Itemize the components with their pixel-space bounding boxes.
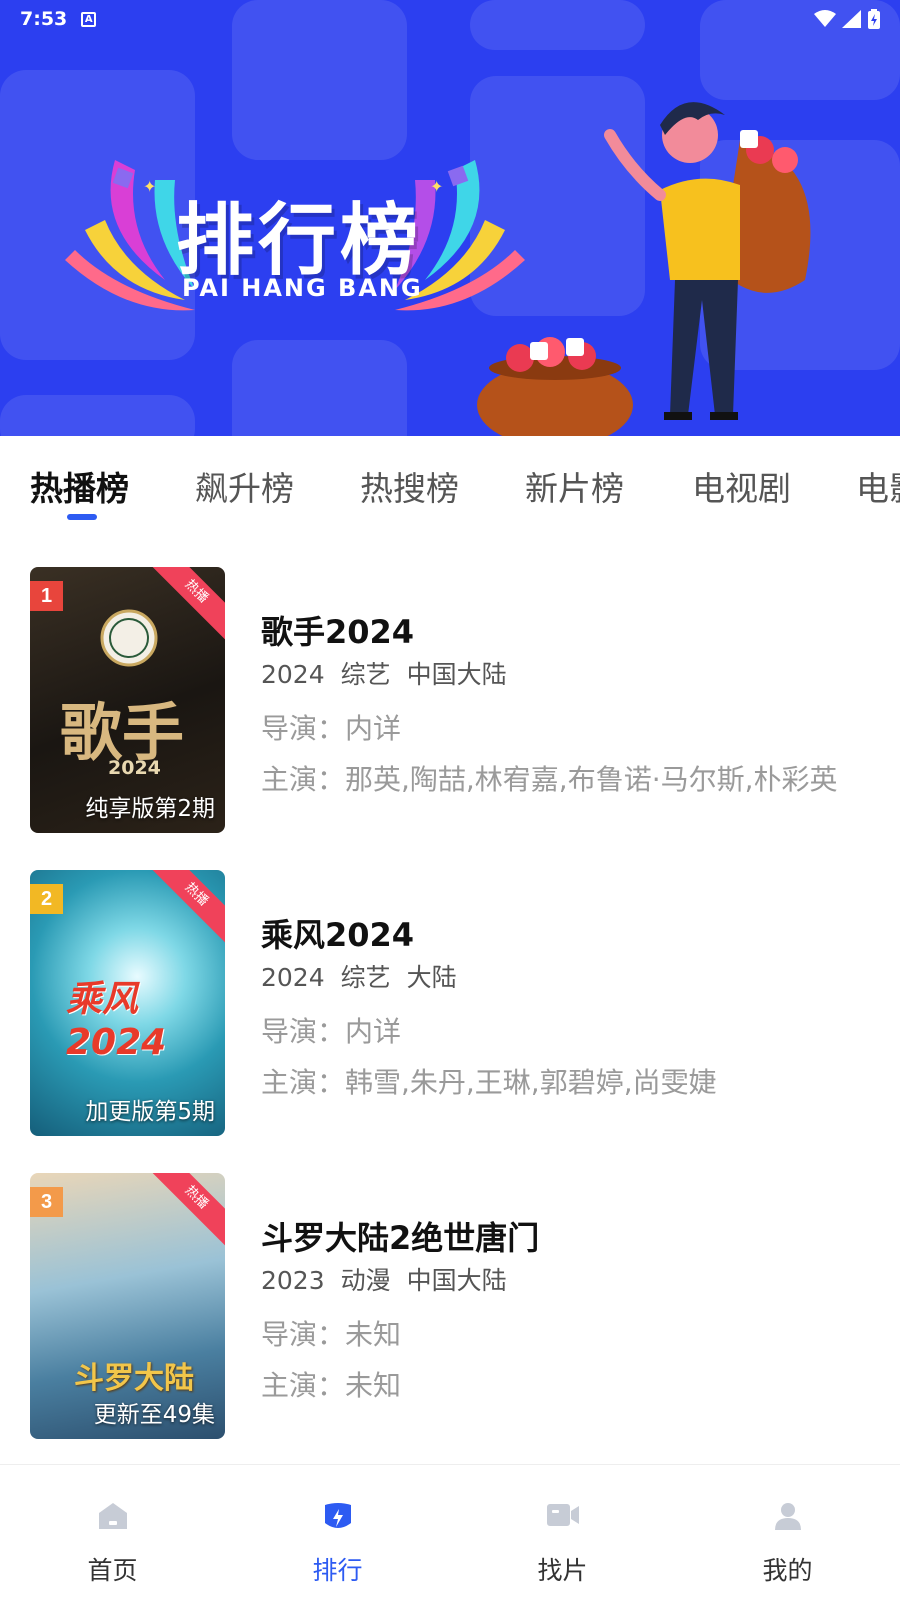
notification-icon: A: [81, 11, 97, 27]
poster-year-art: 2024: [108, 757, 161, 779]
poster-title-art: 斗罗大陆: [74, 1361, 194, 1396]
item-year: 2024: [261, 963, 325, 992]
svg-text:✦: ✦: [143, 177, 156, 196]
item-cast: 主演：韩雪,朱丹,王琳,郭碧婷,尚雯婕: [261, 1066, 717, 1099]
nav-discover[interactable]: 找片: [450, 1465, 675, 1600]
signal-icon: [842, 10, 861, 28]
item-region: 大陆: [406, 963, 457, 992]
status-bar: 7:53 A: [0, 0, 900, 38]
tab-hot-play[interactable]: 热播榜: [30, 462, 129, 510]
poster-image[interactable]: 歌手 2024 1 热播 纯享版第2期: [30, 567, 225, 833]
nav-ranking[interactable]: 排行: [225, 1465, 450, 1600]
ranking-item[interactable]: 乘风2024 2 热播 加更版第5期 乘风2024 2024 综艺 大陆 导演：内详…: [0, 870, 900, 1138]
tab-movie[interactable]: 电影: [856, 462, 900, 510]
poster-image[interactable]: 乘风2024 2 热播 加更版第5期: [30, 870, 225, 1136]
item-genre: 综艺: [340, 963, 391, 992]
episode-label: 更新至49集: [93, 1402, 215, 1428]
item-cast: 主演：未知: [261, 1369, 402, 1402]
item-meta: 2023 动漫 中国大陆: [261, 1261, 523, 1297]
item-genre: 动漫: [340, 1266, 391, 1295]
rank-badge: 2: [30, 884, 63, 914]
tab-hot-search[interactable]: 热搜榜: [360, 462, 459, 510]
item-year: 2023: [261, 1266, 325, 1295]
episode-label: 纯享版第2期: [85, 796, 215, 822]
tab-rising[interactable]: 飙升榜: [195, 462, 294, 510]
banner-bg-card: [0, 395, 195, 436]
poster-logo: [100, 609, 158, 667]
person-illustration: [604, 102, 811, 420]
video-icon: [546, 1504, 579, 1526]
status-time: 7:53: [20, 8, 68, 30]
nav-profile[interactable]: 我的: [675, 1465, 900, 1600]
ranking-icon: [324, 1503, 351, 1528]
episode-label: 加更版第5期: [85, 1099, 215, 1125]
item-title[interactable]: 乘风2024: [261, 910, 414, 956]
tab-new-release[interactable]: 新片榜: [525, 462, 624, 510]
svg-text:✦: ✦: [430, 177, 443, 196]
home-icon: [98, 1503, 127, 1529]
banner-bg-card: [232, 340, 407, 436]
item-region: 中国大陆: [406, 1266, 507, 1295]
ranking-item[interactable]: 歌手 2024 1 热播 纯享版第2期 歌手2024 2024 综艺 中国大陆 导演…: [0, 567, 900, 835]
banner-subtitle: PAI HANG BANG: [182, 274, 423, 302]
item-director: 导演：未知: [261, 1318, 402, 1351]
wifi-icon: [814, 10, 836, 27]
nav-home-label: 首页: [87, 1556, 138, 1585]
poster-title-art: 乘风2024: [66, 979, 167, 1063]
item-cast: 主演：那英,陶喆,林宥嘉,布鲁诺·马尔斯,朴彩英: [261, 763, 838, 796]
item-director: 导演：内详: [261, 1015, 402, 1048]
poster-image[interactable]: 斗罗大陆 3 热播 更新至49集: [30, 1173, 225, 1439]
user-icon: [774, 1503, 801, 1530]
item-title[interactable]: 斗罗大陆2绝世唐门: [261, 1213, 539, 1259]
tab-tv-series[interactable]: 电视剧: [692, 462, 791, 510]
item-meta: 2024 综艺 中国大陆: [261, 655, 523, 691]
item-year: 2024: [261, 660, 325, 689]
item-director: 导演：内详: [261, 712, 402, 745]
battery-icon: [868, 9, 880, 29]
item-meta: 2024 综艺 大陆: [261, 958, 473, 994]
rank-badge: 3: [30, 1187, 63, 1217]
nav-discover-label: 找片: [537, 1556, 588, 1585]
nav-profile-label: 我的: [762, 1556, 813, 1585]
nav-ranking-label: 排行: [312, 1556, 363, 1585]
ranking-item[interactable]: 斗罗大陆 3 热播 更新至49集 斗罗大陆2绝世唐门 2023 动漫 中国大陆 导演…: [0, 1173, 900, 1441]
nav-home[interactable]: 首页: [0, 1465, 225, 1600]
item-region: 中国大陆: [406, 660, 507, 689]
ranking-tabs: 热播榜 飙升榜 热搜榜 新片榜 电视剧 电影: [0, 436, 900, 526]
ranking-banner: 7:53 A ✦ ✦ 排行榜 PAI HANG BANG: [0, 0, 900, 436]
item-genre: 综艺: [340, 660, 391, 689]
active-tab-indicator: [67, 514, 97, 520]
item-title[interactable]: 歌手2024: [261, 607, 414, 653]
rank-badge: 1: [30, 581, 63, 611]
bottom-navigation: 首页 排行 找片 我的: [0, 1464, 900, 1600]
status-icons: [814, 9, 880, 29]
